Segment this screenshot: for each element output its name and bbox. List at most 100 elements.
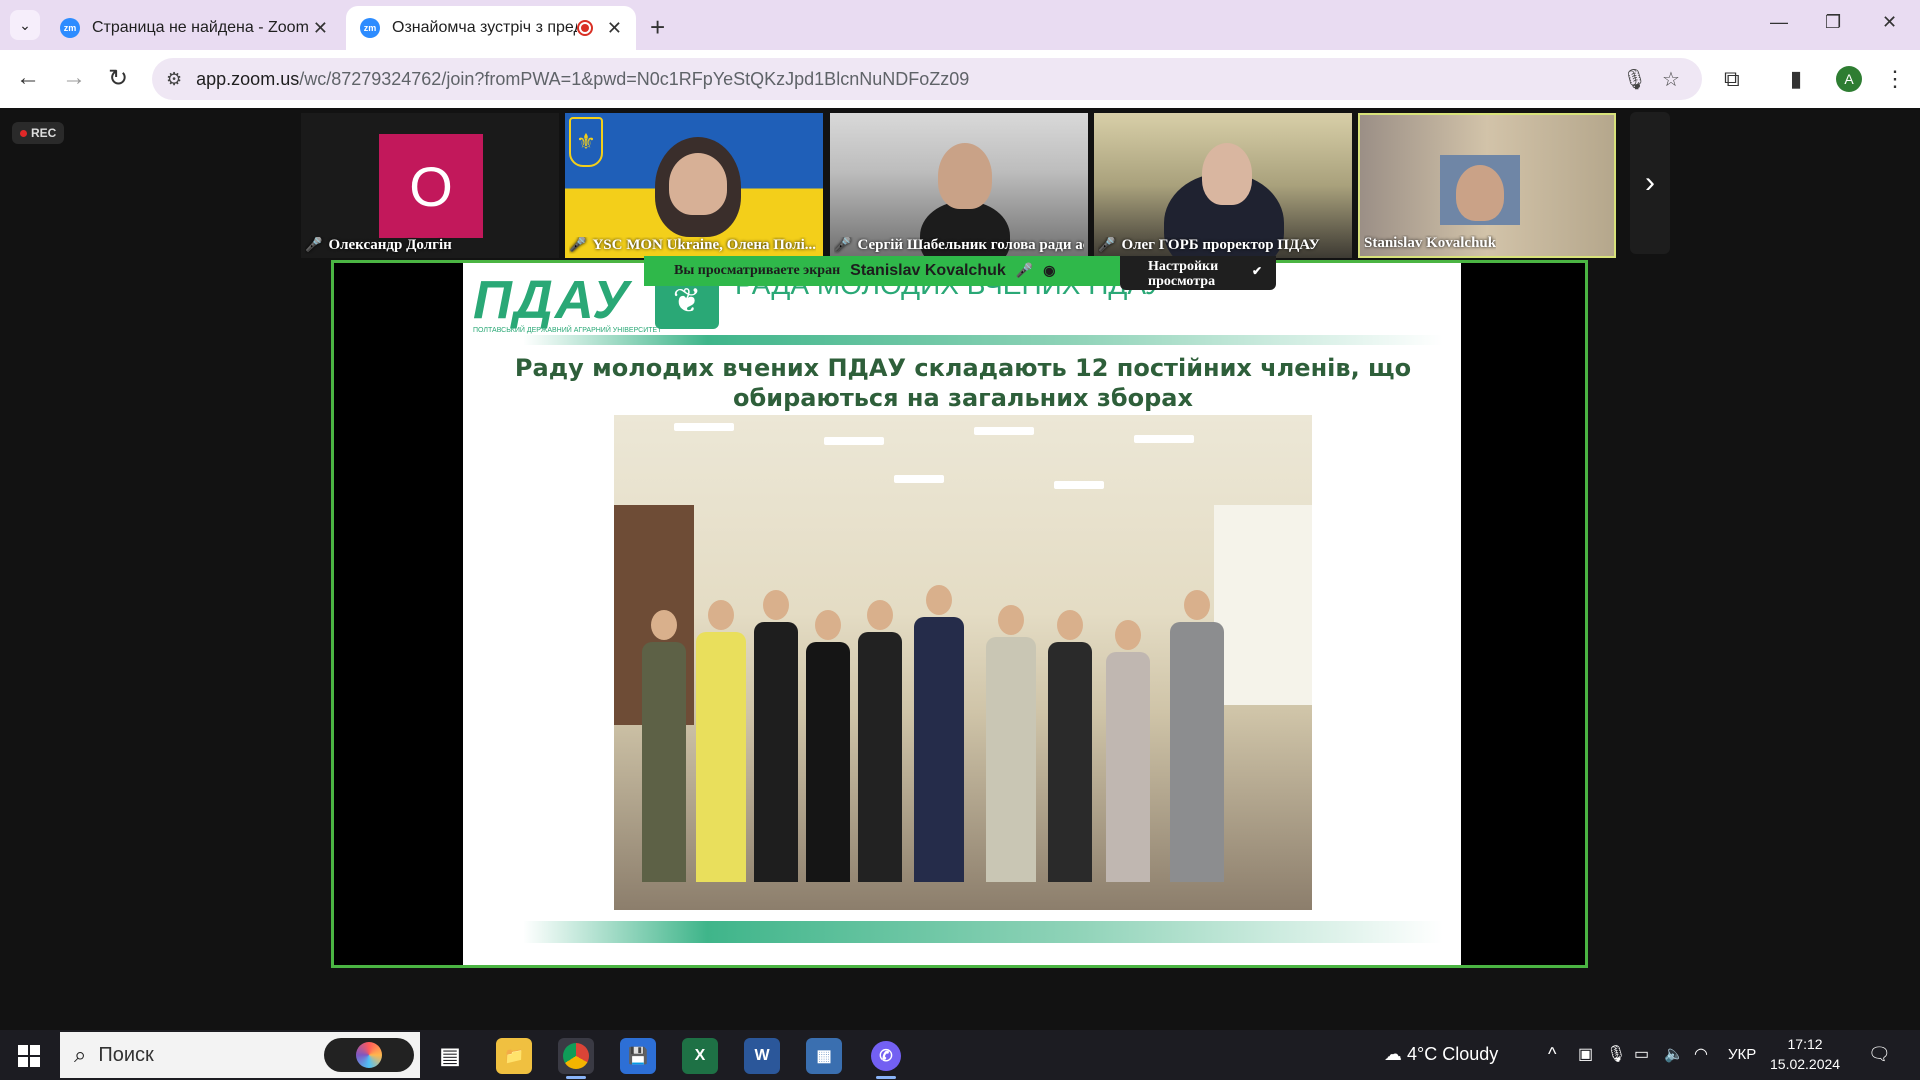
participant-name-text: Stanislav Kovalchuk <box>1364 235 1497 251</box>
calculator-icon[interactable]: ▦ <box>806 1038 842 1074</box>
show-hidden-icons-icon[interactable]: ^ <box>1548 1044 1556 1065</box>
participant-face <box>669 153 727 215</box>
microphone-icon[interactable]: 🎙 <box>1606 1044 1626 1064</box>
recording-icon: ◉ <box>1043 263 1056 279</box>
close-tab-icon[interactable]: ✕ <box>313 18 328 39</box>
new-tab-button[interactable]: + <box>650 12 665 43</box>
participant-face <box>938 143 992 209</box>
reload-icon[interactable]: ↻ <box>108 64 128 93</box>
notifications-icon[interactable]: 🗨 <box>1868 1044 1891 1065</box>
ceiling-light <box>674 423 734 431</box>
side-panel-icon[interactable]: ▮ <box>1790 66 1802 92</box>
participant-tile[interactable]: 🎤 Олег ГОРБ проректор ПДАУ <box>1094 113 1352 258</box>
group-photo <box>614 415 1312 910</box>
browser-tab-bar: ⌄ zm Страница не найдена - Zoom ✕ zm Озн… <box>0 0 1920 50</box>
participant-name: 🎤 Олександр Долгін <box>305 237 452 254</box>
tab-meeting[interactable]: zm Ознайомча зустріч з пред ✕ <box>346 6 636 50</box>
tab-title: Страница не найдена - Zoom <box>92 19 309 36</box>
viber-icon[interactable]: ✆ <box>868 1038 904 1074</box>
copilot-button[interactable] <box>324 1038 414 1072</box>
back-icon[interactable]: ← <box>16 64 40 92</box>
chrome-icon[interactable] <box>558 1038 594 1074</box>
battery-icon[interactable]: ▭ <box>1634 1044 1649 1064</box>
presentation-slide: ПДАУ ПОЛТАВСЬКИЙ ДЕРЖАВНИЙ АГРАРНИЙ УНІВ… <box>463 263 1461 965</box>
view-options-label: Настройки просмотра <box>1148 259 1219 289</box>
person <box>858 600 902 882</box>
chevron-right-icon: › <box>1645 166 1655 199</box>
save-app-icon[interactable]: 💾 <box>620 1038 656 1074</box>
participant-name: Stanislav Kovalchuk <box>1364 235 1496 252</box>
view-options-button[interactable]: Настройки просмотра ✔ <box>1120 256 1276 290</box>
tab-title: Ознайомча зустріч з пред <box>392 19 577 36</box>
next-participants-button[interactable]: › <box>1630 112 1670 254</box>
participant-tile[interactable]: ⚜ 🎤 YSC MON Ukraine, Олена Полі... <box>565 113 823 258</box>
ceiling-light <box>1134 435 1194 443</box>
sharer-name: Stanislav Kovalchuk <box>850 262 1006 279</box>
restore-icon[interactable]: ❐ <box>1825 12 1841 33</box>
chevron-down-icon: ✔ <box>1251 264 1262 278</box>
profile-avatar[interactable]: A <box>1836 66 1862 92</box>
bookmark-star-icon[interactable]: ☆ <box>1662 67 1680 92</box>
excel-icon[interactable]: X <box>682 1038 718 1074</box>
person <box>986 605 1036 882</box>
more-menu-icon[interactable]: ⋮ <box>1884 66 1906 92</box>
record-dot-icon <box>20 129 27 137</box>
site-settings-icon[interactable]: ⚙ <box>166 69 182 90</box>
task-view-icon[interactable]: ▤ <box>432 1038 468 1074</box>
extensions-icon[interactable]: ⧉ <box>1724 66 1740 92</box>
university-logo: ПДАУ ПОЛТАВСЬКИЙ ДЕРЖАВНИЙ АГРАРНИЙ УНІВ… <box>473 269 661 334</box>
windows-start-icon[interactable] <box>18 1045 40 1067</box>
close-window-icon[interactable]: ✕ <box>1882 12 1897 33</box>
person <box>642 610 686 882</box>
participant-tile[interactable]: 🎤 Сергій Шабельник голова ради ас... <box>830 113 1088 258</box>
active-app-indicator <box>566 1076 586 1079</box>
address-bar[interactable]: ⚙ app.zoom.us/wc/87279324762/join?fromPW… <box>152 58 1702 100</box>
ceiling-light <box>974 427 1034 435</box>
windows-taskbar: ⌕ Поиск ▤ 📁 💾 X W ▦ ✆ ☁ 4°C Cloudy ^ ▣ 🎙… <box>0 1030 1920 1080</box>
search-icon: ⌕ <box>74 1042 87 1067</box>
active-app-indicator <box>876 1076 896 1079</box>
minimize-icon[interactable]: — <box>1770 12 1788 33</box>
volume-icon[interactable]: 🔈 <box>1664 1044 1684 1064</box>
participant-name: 🎤 Олег ГОРБ проректор ПДАУ <box>1098 237 1320 254</box>
participant-name-text: YSC MON Ukraine, Олена Полі... <box>592 237 817 253</box>
wifi-icon[interactable]: ◠ <box>1694 1044 1708 1064</box>
participant-tile-active-speaker[interactable]: Stanislav Kovalchuk <box>1358 113 1616 258</box>
weather-widget[interactable]: ☁ 4°C Cloudy <box>1384 1044 1498 1065</box>
clock-date: 15.02.2024 <box>1770 1056 1841 1072</box>
logo-subtext: ПОЛТАВСЬКИЙ ДЕРЖАВНИЙ АГРАРНИЙ УНІВЕРСИТ… <box>473 327 662 334</box>
file-explorer-icon[interactable]: 📁 <box>496 1038 532 1074</box>
rec-label: REC <box>31 126 57 140</box>
clock[interactable]: 17:12 15.02.2024 <box>1770 1034 1840 1074</box>
word-icon[interactable]: W <box>744 1038 780 1074</box>
microphone-icon[interactable]: 🎙 <box>1622 67 1647 92</box>
participant-face <box>1456 165 1504 221</box>
tab-search-button[interactable]: ⌄ <box>10 10 40 40</box>
taskbar-search[interactable]: ⌕ Поиск <box>60 1032 420 1078</box>
forward-icon[interactable]: → <box>62 64 86 92</box>
meet-now-icon[interactable]: ▣ <box>1578 1044 1593 1064</box>
close-tab-icon[interactable]: ✕ <box>607 18 622 39</box>
muted-mic-icon: 🎤 <box>569 238 587 253</box>
screen-share-banner: Вы просматриваете экран Stanislav Kovalc… <box>644 256 1120 286</box>
url-host: app.zoom.us <box>196 68 300 89</box>
ceiling-light <box>894 475 944 483</box>
person <box>1048 610 1092 882</box>
language-indicator[interactable]: УКР <box>1728 1046 1756 1063</box>
coat-of-arms-icon: ⚜ <box>569 117 603 167</box>
shared-screen[interactable]: ПДАУ ПОЛТАВСЬКИЙ ДЕРЖАВНИЙ АГРАРНИЙ УНІВ… <box>331 260 1588 968</box>
url-path: /wc/87279324762/join?fromPWA=1&pwd=N0c1R… <box>299 68 970 89</box>
participant-tile[interactable]: О 🎤 Олександр Долгін <box>301 113 559 258</box>
participant-name-text: Олександр Долгін <box>328 237 452 253</box>
logo-text: ПДАУ <box>473 270 632 330</box>
browser-toolbar: ← → ↻ ⚙ app.zoom.us/wc/87279324762/join?… <box>0 50 1920 108</box>
muted-mic-icon: 🎤 <box>1015 263 1034 279</box>
tab-zoom-not-found[interactable]: zm Страница не найдена - Zoom ✕ <box>46 6 342 50</box>
cloud-icon: ☁ <box>1384 1044 1402 1064</box>
recording-badge[interactable]: REC <box>12 122 65 144</box>
clock-time: 17:12 <box>1787 1036 1823 1052</box>
copilot-icon <box>356 1042 382 1068</box>
divider <box>523 921 1443 943</box>
recording-icon <box>576 20 593 36</box>
weather-text: 4°C Cloudy <box>1407 1044 1499 1064</box>
